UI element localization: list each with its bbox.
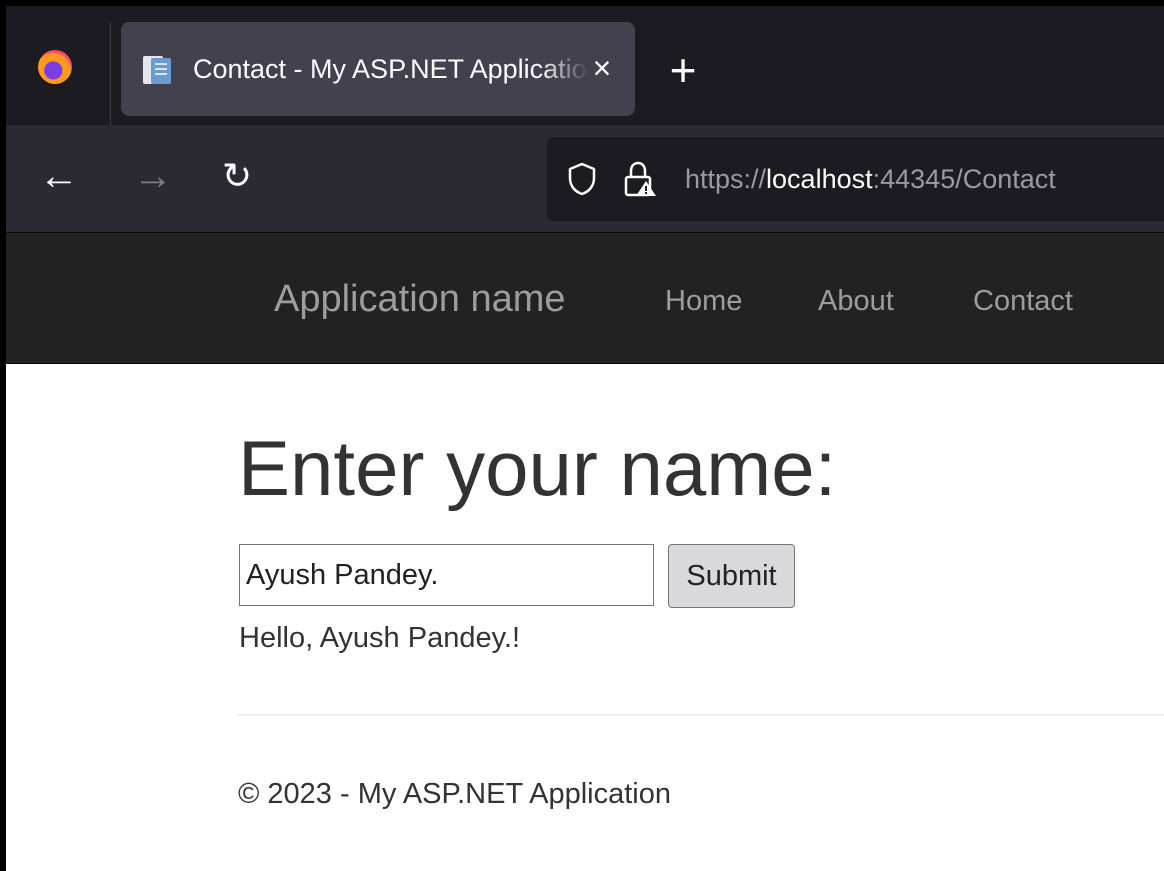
site-brand-link[interactable]: Application name — [274, 276, 566, 322]
reload-icon[interactable]: ↻ — [214, 153, 260, 199]
tab-contact[interactable]: Contact - My ASP.NET Application × — [121, 22, 635, 116]
url-path: :44345/Contact — [872, 164, 1056, 194]
page-heading: Enter your name: — [238, 424, 837, 512]
nav-link-home[interactable]: Home — [665, 283, 742, 319]
back-arrow-icon[interactable]: ← — [36, 153, 82, 199]
tab-strip: Contact - My ASP.NET Application × + — [6, 6, 1164, 125]
nav-link-contact[interactable]: Contact — [973, 283, 1073, 319]
url-host: localhost — [766, 164, 873, 194]
url-scheme: https:// — [685, 164, 767, 194]
footer-divider — [238, 714, 1164, 716]
plus-icon[interactable]: + — [661, 47, 705, 93]
submit-button[interactable]: Submit — [668, 544, 795, 608]
page-icon — [143, 56, 171, 84]
firefox-logo-icon[interactable] — [38, 50, 72, 84]
lock-warning-icon[interactable] — [623, 161, 657, 197]
address-bar[interactable]: https://localhost:44345/Contact — [547, 137, 1164, 221]
site-navbar: Application name Home About Contact — [6, 233, 1164, 364]
tab-title: Contact - My ASP.NET Application — [193, 54, 588, 84]
shield-icon[interactable] — [567, 161, 597, 197]
browser-toolbar: ← → ↻ https://localhost:44345/Contact — [6, 125, 1164, 233]
url-text[interactable]: https://localhost:44345/Contact — [685, 161, 1056, 197]
tab-strip-divider — [110, 22, 111, 125]
greeting-text: Hello, Ayush Pandey.! — [239, 622, 521, 654]
forward-arrow-icon[interactable]: → — [130, 153, 176, 199]
nav-link-about[interactable]: About — [818, 283, 894, 319]
close-icon[interactable]: × — [587, 48, 617, 88]
browser-window: Contact - My ASP.NET Application × + ← →… — [6, 6, 1164, 871]
footer-copyright: © 2023 - My ASP.NET Application — [238, 778, 671, 810]
name-input[interactable] — [239, 544, 654, 606]
